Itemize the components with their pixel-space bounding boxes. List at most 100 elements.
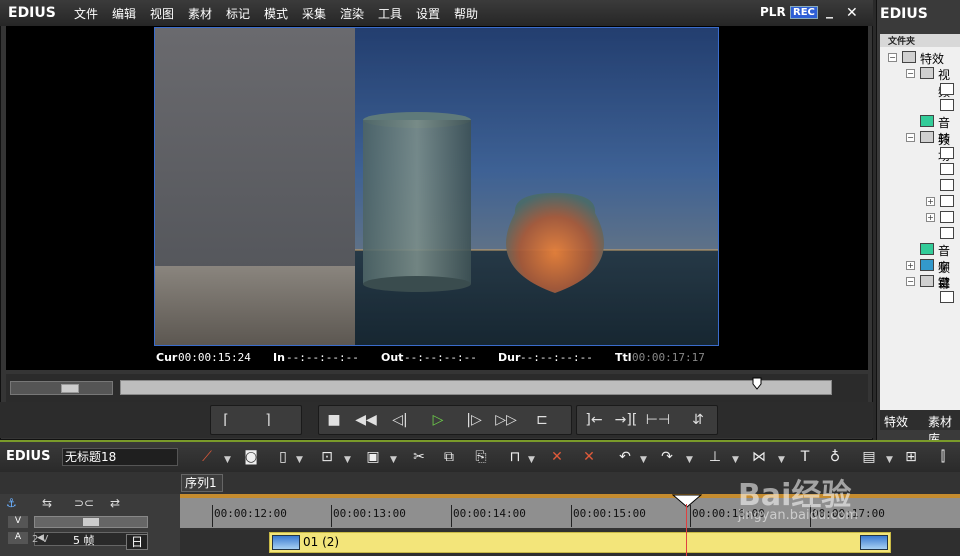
edit-mode-icon[interactable]: ⟋ — [196, 447, 218, 467]
dropdown-icon[interactable]: ▼ — [224, 455, 231, 465]
playhead-icon[interactable] — [672, 494, 702, 508]
mixer-icon[interactable]: ⫿ — [932, 447, 954, 467]
menu-help[interactable]: 帮助 — [454, 5, 478, 22]
lift-icon[interactable]: ⇵ — [684, 408, 712, 432]
tab-effects[interactable]: 特效 — [884, 413, 908, 430]
step-forward-icon[interactable]: |▷ — [460, 408, 488, 432]
collapse-icon[interactable]: − — [906, 277, 915, 286]
link-icon[interactable]: ⊃⊂ — [74, 496, 94, 510]
keyer-icon[interactable] — [940, 291, 954, 303]
minimize-button[interactable]: _ — [826, 3, 833, 19]
paste-icon[interactable]: ⎘ — [470, 447, 492, 467]
audio-toggle-icon[interactable]: A — [8, 532, 28, 544]
in-label: In — [273, 351, 285, 364]
title-tool-icon[interactable]: T — [794, 447, 816, 467]
timeline-logo: EDIUS — [6, 449, 51, 464]
play-icon[interactable]: ▷ — [424, 408, 452, 432]
camera-icon[interactable]: ◙ — [240, 447, 262, 467]
zoom-thumb[interactable] — [83, 518, 99, 526]
stop-icon[interactable]: ■ — [320, 408, 348, 432]
plr-label[interactable]: PLR — [760, 5, 786, 19]
project-name-field[interactable]: 无标题18 — [62, 448, 178, 466]
dropdown-icon[interactable]: ▼ — [528, 455, 535, 465]
output-icon[interactable]: ▤ — [858, 447, 880, 467]
replace-icon[interactable]: ⊓ — [504, 447, 526, 467]
position-bar[interactable] — [120, 380, 832, 395]
menu-view[interactable]: 视图 — [150, 5, 174, 22]
menu-mode[interactable]: 模式 — [264, 5, 288, 22]
transition-icon[interactable]: ⋈ — [748, 447, 770, 467]
zoom-slider[interactable] — [34, 516, 148, 528]
dropdown-icon[interactable]: ▼ — [296, 455, 303, 465]
ruler-tick — [571, 505, 572, 527]
collapse-icon[interactable]: − — [906, 69, 915, 78]
open-icon[interactable]: ⊡ — [316, 447, 338, 467]
copy-icon[interactable]: ⧉ — [438, 447, 460, 467]
transition-icon[interactable] — [940, 195, 954, 207]
video-toggle-icon[interactable]: V — [8, 516, 28, 528]
tree-item-keyers[interactable]: 键 — [938, 274, 950, 291]
menu-marker[interactable]: 标记 — [226, 5, 250, 22]
dropdown-icon[interactable]: ▼ — [732, 455, 739, 465]
new-sequence-icon[interactable]: ▯ — [272, 447, 294, 467]
transition-icon[interactable] — [940, 211, 954, 223]
dropdown-icon[interactable]: ▼ — [344, 455, 351, 465]
grid-icon[interactable]: ⊞ — [900, 447, 922, 467]
expand-icon[interactable]: + — [926, 213, 935, 222]
jog-slider[interactable] — [10, 381, 113, 395]
microphone-icon[interactable]: ♁ — [824, 447, 846, 467]
extract-icon[interactable]: ⊢⊣ — [644, 408, 672, 432]
expand-icon[interactable]: + — [926, 197, 935, 206]
menu-settings[interactable]: 设置 — [416, 5, 440, 22]
redo-icon[interactable]: ↷ — [656, 447, 678, 467]
track-badge[interactable]: 日 — [126, 534, 148, 550]
ripple-delete-icon[interactable]: ✕ — [578, 447, 600, 467]
collapse-icon[interactable]: − — [906, 133, 915, 142]
delete-icon[interactable]: ✕ — [546, 447, 568, 467]
add-cut-icon[interactable]: ⊥ — [704, 447, 726, 467]
transition-icon[interactable] — [940, 147, 954, 159]
position-marker-icon[interactable] — [752, 377, 762, 391]
rewind-icon[interactable]: ◀◀ — [352, 408, 380, 432]
dropdown-icon[interactable]: ▼ — [686, 455, 693, 465]
menu-clip[interactable]: 素材 — [188, 5, 212, 22]
transition-icon[interactable] — [940, 163, 954, 175]
close-button[interactable]: ✕ — [846, 5, 858, 21]
group-icon[interactable]: ⇄ — [110, 496, 130, 510]
dropdown-icon[interactable]: ▼ — [886, 455, 893, 465]
cut-icon[interactable]: ✂ — [408, 447, 430, 467]
video-frame — [154, 27, 719, 346]
transition-icon[interactable] — [940, 179, 954, 191]
undo-icon[interactable]: ↶ — [614, 447, 636, 467]
rec-label[interactable]: REC — [790, 6, 818, 19]
sync-icon[interactable]: ⇆ — [42, 496, 62, 510]
menu-capture[interactable]: 采集 — [302, 5, 326, 22]
loop-icon[interactable]: ⊏ — [528, 408, 556, 432]
timecode-row: Cur 00:00:15:24 In --:--:--:-- Out --:--… — [156, 351, 856, 365]
collapse-icon[interactable]: − — [888, 53, 897, 62]
transition-icon[interactable] — [940, 227, 954, 239]
effect-icon[interactable] — [940, 83, 954, 95]
ripple-mode-icon[interactable]: ⚓ — [6, 496, 26, 510]
menu-file[interactable]: 文件 — [74, 5, 98, 22]
step-back-icon[interactable]: ◁| — [386, 408, 414, 432]
dropdown-icon[interactable]: ▼ — [390, 455, 397, 465]
set-out-icon[interactable]: ⌉ — [254, 408, 282, 432]
expand-icon[interactable]: + — [906, 261, 915, 270]
timeline-clip[interactable]: 01 (2) — [269, 532, 891, 553]
insert-edit-icon[interactable]: ]← — [580, 408, 608, 432]
overwrite-edit-icon[interactable]: →][ — [612, 408, 640, 432]
jog-thumb[interactable] — [61, 384, 79, 393]
save-icon[interactable]: ▣ — [362, 447, 384, 467]
dropdown-icon[interactable]: ▼ — [640, 455, 647, 465]
menu-tools[interactable]: 工具 — [378, 5, 402, 22]
tab-sequence[interactable]: 序列1 — [181, 474, 223, 492]
menu-render[interactable]: 渲染 — [340, 5, 364, 22]
cur-timecode: 00:00:15:24 — [178, 351, 251, 364]
fast-forward-icon[interactable]: ▷▷ — [492, 408, 520, 432]
tree-item-effects[interactable]: 特效 — [920, 50, 944, 67]
menu-edit[interactable]: 编辑 — [112, 5, 136, 22]
set-in-icon[interactable]: ⌈ — [212, 408, 240, 432]
dropdown-icon[interactable]: ▼ — [778, 455, 785, 465]
effect-icon[interactable] — [940, 99, 954, 111]
